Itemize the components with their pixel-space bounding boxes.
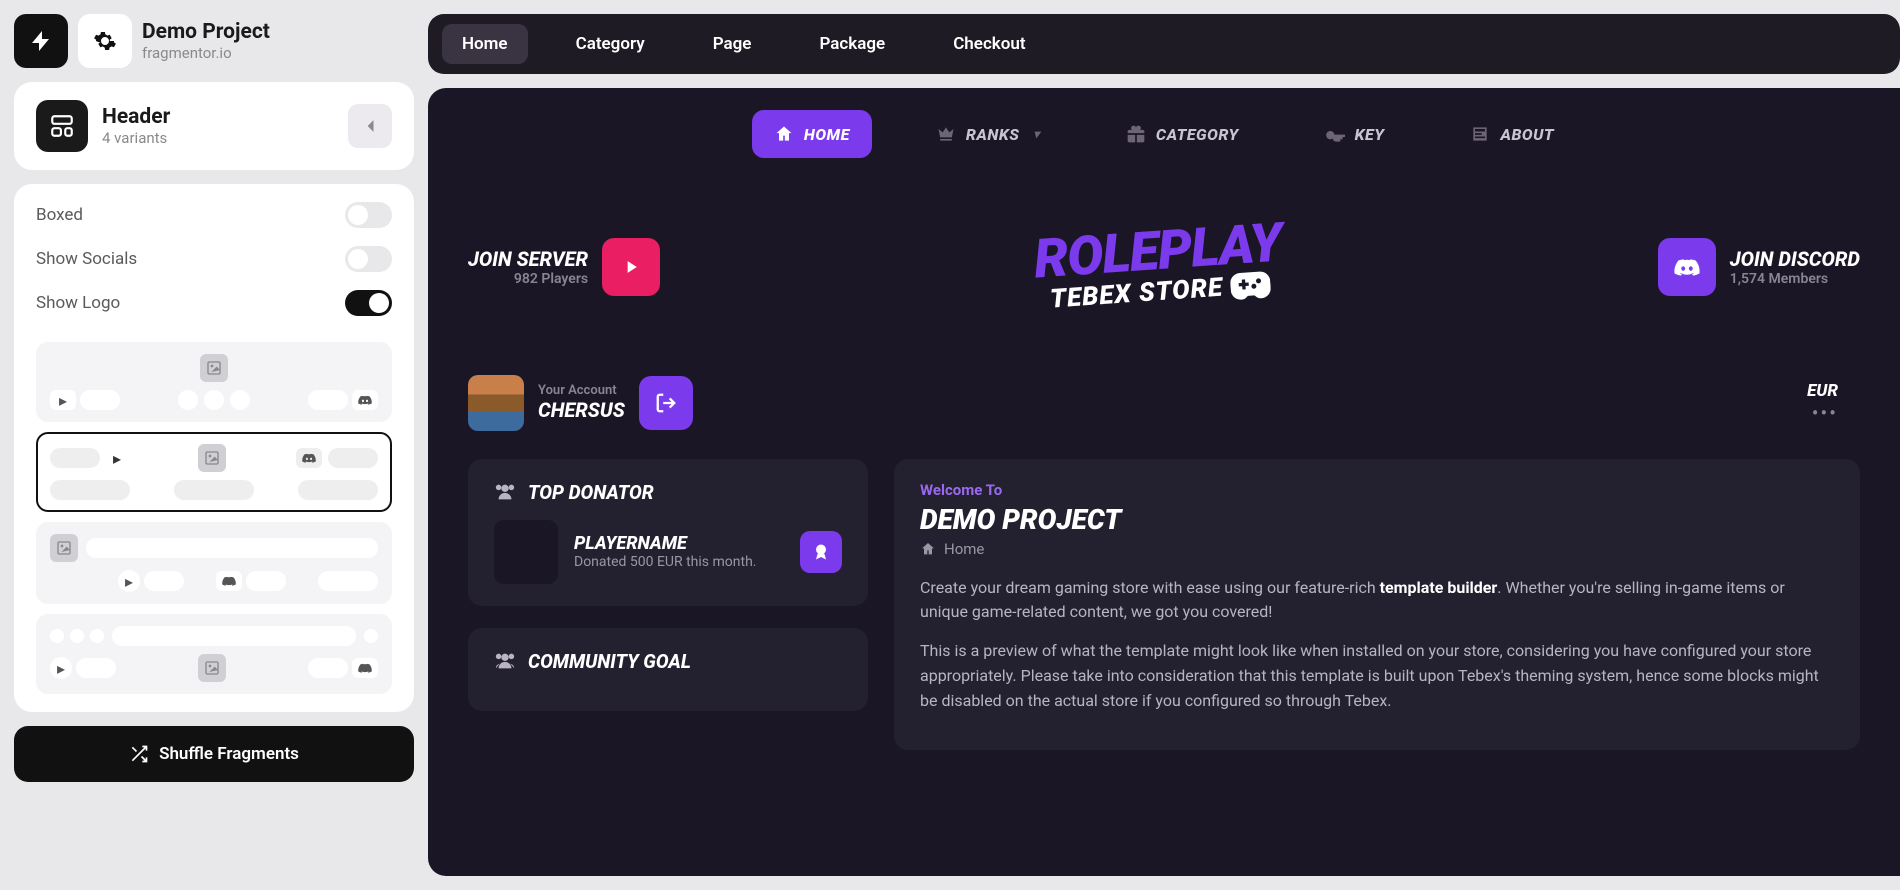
join-server-button[interactable] (602, 238, 660, 296)
bolt-icon (29, 29, 53, 53)
donator-name: PLAYERNAME (574, 533, 756, 554)
medal-badge (800, 531, 842, 573)
crown-icon (936, 124, 956, 144)
nav-about[interactable]: ABOUT (1448, 110, 1576, 158)
settings-button[interactable] (78, 14, 132, 68)
donator-avatar (494, 520, 558, 584)
discord-icon (352, 390, 378, 410)
discord-icon (1674, 256, 1700, 278)
medal-icon (811, 542, 831, 562)
play-icon: ▸ (106, 447, 128, 469)
variant-4[interactable]: ▸ (36, 614, 392, 694)
project-title: Demo Project (142, 20, 270, 44)
app-logo[interactable] (14, 14, 68, 68)
variant-2[interactable]: ▸ (36, 432, 392, 512)
logout-icon (655, 392, 677, 414)
setting-logo-label: Show Logo (36, 293, 120, 313)
play-icon (621, 257, 641, 277)
play-icon: ▸ (118, 570, 140, 592)
breadcrumb[interactable]: Home (920, 540, 1834, 558)
discord-icon (352, 658, 378, 678)
community-goal-card: COMMUNITY GOAL (468, 628, 868, 711)
preview-frame: HOME RANKS ▾ CATEGORY (428, 88, 1900, 876)
users-icon (494, 481, 516, 503)
welcome-p2: This is a preview of what the template m… (920, 639, 1834, 713)
project-subtitle: fragmentor.io (142, 44, 270, 62)
section-icon (36, 100, 88, 152)
account-name: CHERSUS (538, 398, 625, 422)
chevron-down-icon: ▾ (1033, 127, 1040, 141)
tab-category[interactable]: Category (556, 24, 665, 64)
variant-3[interactable]: ▸ (36, 522, 392, 604)
tab-page[interactable]: Page (693, 24, 772, 64)
section-title: Header (102, 105, 170, 129)
join-server-count: 982 Players (468, 271, 588, 287)
preview-tabs: Home Category Page Package Checkout (428, 14, 1900, 74)
nav-category[interactable]: CATEGORY (1104, 110, 1261, 158)
donator-amount: Donated 500 EUR this month. (574, 554, 756, 570)
setting-boxed-label: Boxed (36, 205, 83, 225)
toggle-boxed[interactable] (345, 202, 392, 228)
gamepad-icon (1230, 269, 1272, 302)
tab-checkout[interactable]: Checkout (933, 24, 1045, 64)
toggle-socials[interactable] (345, 246, 392, 272)
join-discord-button[interactable] (1658, 238, 1716, 296)
tab-package[interactable]: Package (799, 24, 905, 64)
setting-socials-label: Show Socials (36, 249, 137, 269)
welcome-title: DEMO PROJECT (920, 503, 1834, 536)
image-icon (200, 354, 228, 382)
store-logo: ROLEPLAY TEBEX STORE (1033, 219, 1286, 315)
discord-icon (216, 571, 242, 591)
more-icon: ••• (1807, 401, 1838, 425)
image-icon (198, 654, 226, 682)
gift-icon (1126, 124, 1146, 144)
shuffle-button[interactable]: Shuffle Fragments (14, 726, 414, 782)
shuffle-icon (129, 744, 149, 764)
account-label: Your Account (538, 383, 625, 398)
home-icon (774, 124, 794, 144)
welcome-card: Welcome To DEMO PROJECT Home Create your… (894, 459, 1860, 750)
home-icon (920, 541, 936, 557)
discord-icon (296, 448, 322, 468)
key-icon (1325, 124, 1345, 144)
toggle-logo[interactable] (345, 290, 392, 316)
tab-home[interactable]: Home (442, 24, 528, 64)
variant-1[interactable]: ▸ (36, 342, 392, 422)
join-discord-count: 1,574 Members (1730, 271, 1860, 287)
join-server-title: JOIN SERVER (468, 247, 588, 271)
nav-ranks[interactable]: RANKS ▾ (914, 110, 1062, 158)
nav-key[interactable]: KEY (1303, 110, 1407, 158)
top-donator-card: TOP DONATOR PLAYERNAME Donated 500 EUR t… (468, 459, 868, 606)
join-discord-title: JOIN DISCORD (1730, 247, 1860, 271)
gear-icon (93, 29, 117, 53)
currency-selector[interactable]: EUR ••• (1785, 367, 1860, 439)
image-icon (50, 534, 78, 562)
image-icon (198, 444, 226, 472)
welcome-label: Welcome To (920, 481, 1834, 499)
welcome-p1: Create your dream gaming store with ease… (920, 576, 1834, 626)
nav-home[interactable]: HOME (752, 110, 872, 158)
collapse-button[interactable] (348, 104, 392, 148)
section-subtitle: 4 variants (102, 129, 170, 147)
news-icon (1470, 124, 1490, 144)
chevron-left-icon (365, 119, 375, 133)
layout-icon (49, 113, 75, 139)
play-icon: ▸ (50, 657, 72, 679)
group-icon (494, 650, 516, 672)
play-icon: ▸ (50, 390, 76, 410)
logout-button[interactable] (639, 376, 693, 430)
avatar (468, 375, 524, 431)
shuffle-label: Shuffle Fragments (159, 744, 299, 764)
